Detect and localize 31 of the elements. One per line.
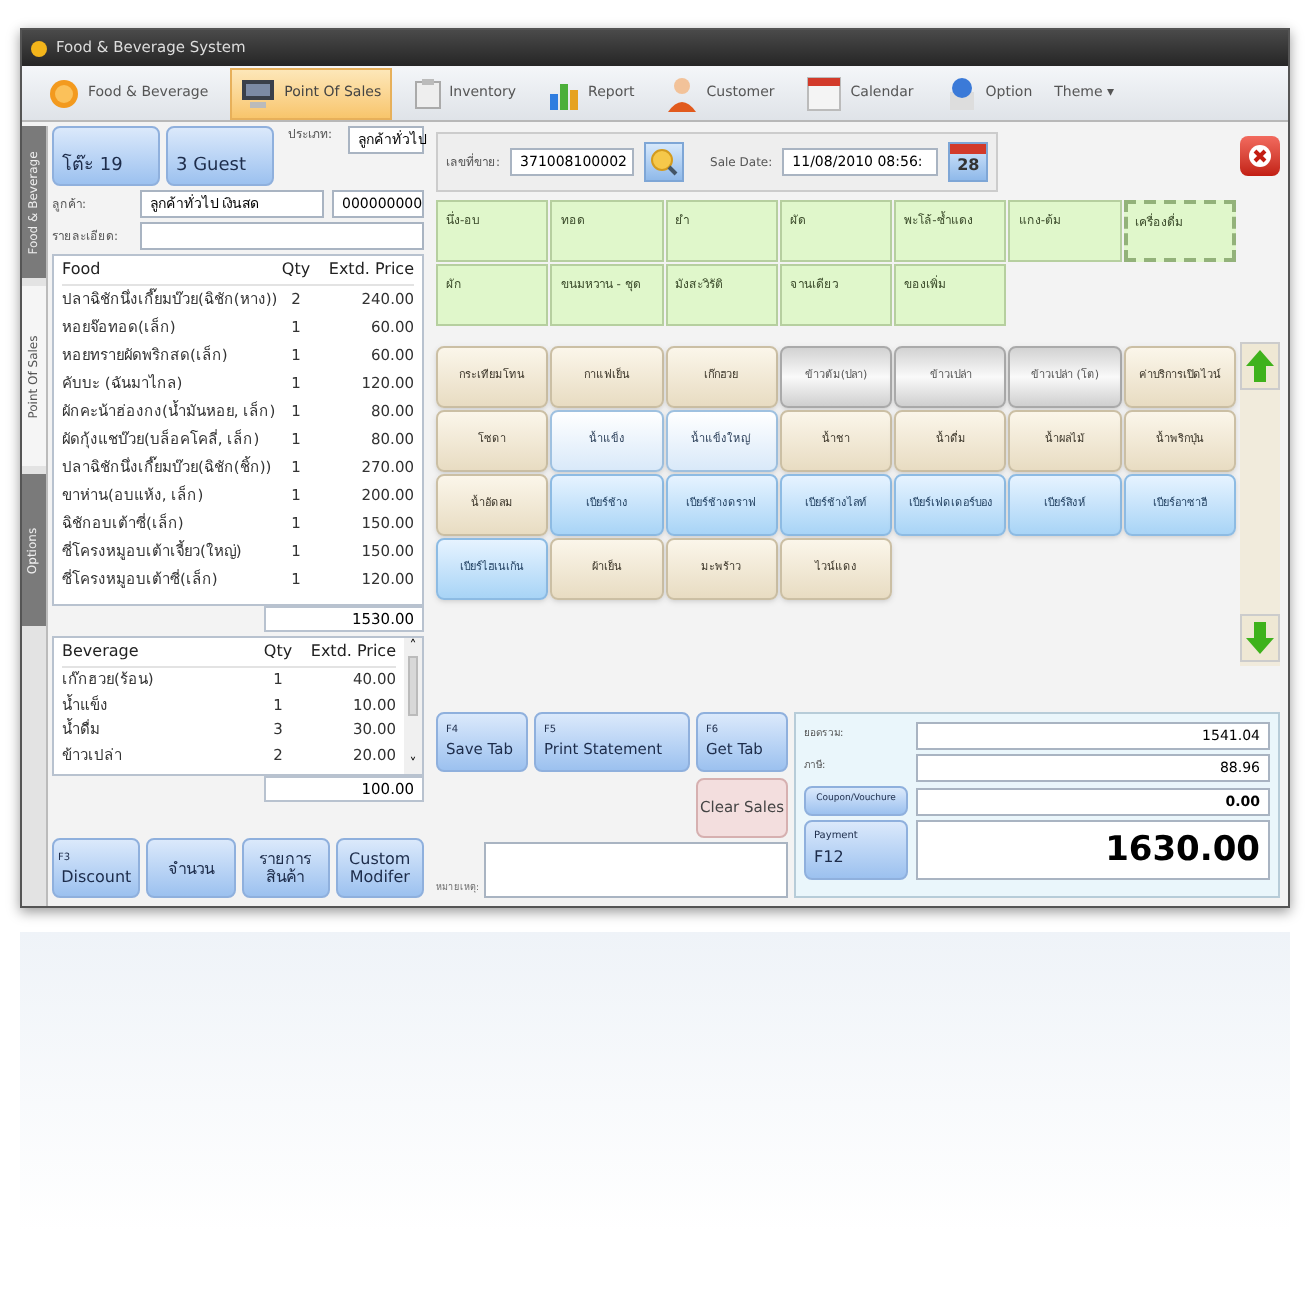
guest-button[interactable]: 3 Guest: [166, 126, 274, 186]
arrow-down-icon: [1244, 620, 1276, 656]
scroll-down-button[interactable]: [1240, 614, 1280, 662]
order-action-button[interactable]: Custom Modifer: [335, 838, 424, 898]
calendar-button[interactable]: 28: [948, 142, 989, 182]
column-header: Extd. Price: [326, 258, 414, 282]
person-icon: [666, 75, 699, 111]
calendar-day: 28: [957, 154, 980, 178]
clipboard-icon: [413, 77, 442, 109]
total-field: 1630.00: [916, 820, 1270, 880]
column-header: Extd. Price: [308, 640, 396, 664]
column-header: Qty: [279, 258, 313, 282]
arrow-up-icon: [1244, 348, 1276, 384]
column-header: Beverage: [62, 640, 141, 664]
search-button[interactable]: [644, 142, 685, 182]
search-icon: [650, 148, 679, 176]
calendar-icon: [806, 75, 843, 111]
order-action-button[interactable]: จำนวน: [146, 838, 235, 898]
note-field[interactable]: [483, 842, 788, 898]
close-button[interactable]: [1240, 136, 1280, 176]
close-icon: [1248, 144, 1272, 168]
detail-field[interactable]: [140, 222, 424, 250]
table-button[interactable]: โต๊ะ 19: [52, 126, 160, 186]
column-header: Food: [62, 258, 103, 282]
scroll-up-button[interactable]: [1240, 342, 1280, 390]
column-header: Qty: [261, 640, 295, 664]
coin-icon: [48, 77, 80, 109]
app-icon: [30, 39, 48, 57]
order-action-button[interactable]: รายการสินค้า: [241, 838, 330, 898]
monitor-icon: [240, 77, 277, 109]
globe-icon: [945, 75, 978, 111]
